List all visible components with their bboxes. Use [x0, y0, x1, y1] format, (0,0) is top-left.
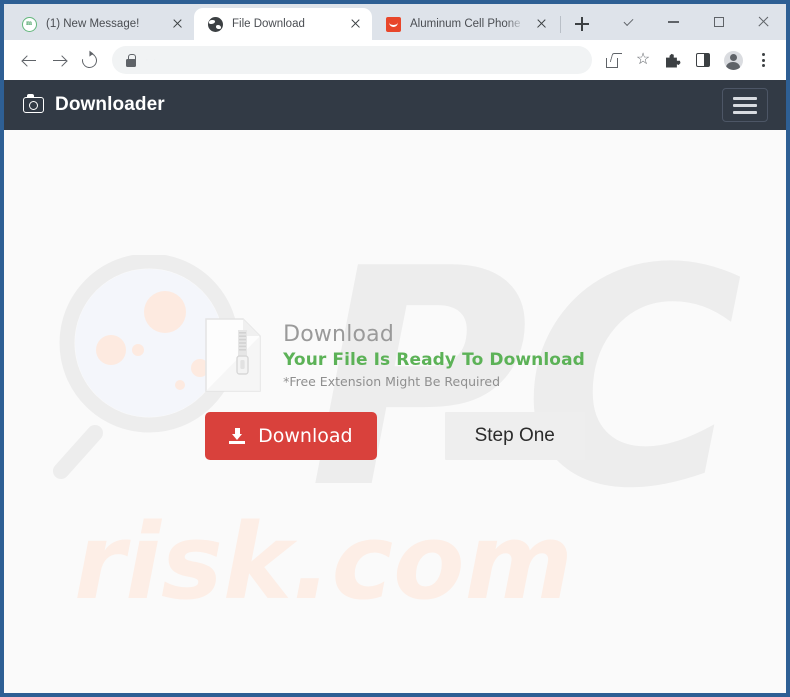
reload-icon	[78, 49, 100, 71]
share-icon	[605, 53, 621, 68]
close-window-button[interactable]	[741, 4, 786, 40]
download-tray-icon	[229, 428, 246, 444]
browser-menu-button[interactable]	[748, 45, 778, 75]
tab-file-download[interactable]: File Download	[194, 8, 372, 40]
download-note: *Free Extension Might Be Required	[283, 374, 501, 389]
forward-arrow-icon	[52, 53, 67, 68]
side-panel-icon	[696, 53, 710, 67]
browser-toolbar: · · ☆	[4, 40, 786, 80]
green-circle-ms-icon: m	[21, 16, 37, 32]
step-one-label: Step One	[474, 425, 555, 446]
side-panel-button[interactable]	[688, 45, 718, 75]
download-heading: Download	[283, 322, 395, 347]
back-button[interactable]	[14, 45, 44, 75]
maximize-icon	[713, 17, 724, 27]
window-controls	[606, 4, 786, 40]
page-viewport: Downloader PC risk.com Download Your Fil…	[4, 80, 786, 693]
puzzle-icon	[665, 53, 681, 68]
tab-separator	[560, 16, 561, 33]
address-bar-url: · ·	[145, 54, 157, 66]
download-button[interactable]: Download	[205, 412, 377, 460]
minimize-icon	[668, 21, 679, 23]
profile-button[interactable]	[718, 45, 748, 75]
share-button[interactable]	[598, 45, 628, 75]
close-icon[interactable]	[347, 16, 363, 32]
tab-new-message[interactable]: m (1) New Message!	[8, 8, 194, 40]
zip-file-icon	[205, 318, 261, 392]
download-texts: Download Your File Is Ready To Download …	[283, 318, 585, 389]
tab-title: Aluminum Cell Phone H	[410, 18, 524, 30]
lock-icon	[126, 53, 136, 67]
minimize-button[interactable]	[651, 4, 696, 40]
bookmark-button[interactable]: ☆	[628, 45, 658, 75]
download-status: Your File Is Ready To Download	[283, 350, 585, 370]
tab-title: (1) New Message!	[46, 18, 140, 30]
site-watermark: risk.com	[74, 501, 573, 623]
tab-search-button[interactable]	[606, 4, 651, 40]
download-actions: Download Step One	[205, 412, 585, 460]
chevron-down-icon	[623, 15, 634, 26]
reload-button[interactable]	[74, 45, 104, 75]
step-one-button[interactable]: Step One	[444, 412, 585, 460]
download-card: Download Your File Is Ready To Download …	[4, 318, 786, 460]
forward-button[interactable]	[44, 45, 74, 75]
red-square-chevron-icon	[385, 16, 401, 32]
download-button-label: Download	[258, 425, 353, 447]
kebab-menu-icon	[761, 53, 765, 67]
star-icon: ☆	[635, 51, 651, 68]
site-header: Downloader	[4, 80, 786, 130]
close-icon[interactable]	[533, 16, 549, 32]
tab-strip: m (1) New Message! File Download Aluminu…	[4, 4, 786, 40]
site-brand[interactable]: Downloader	[23, 94, 165, 116]
extensions-button[interactable]	[658, 45, 688, 75]
new-tab-button[interactable]	[568, 10, 596, 38]
brand-name: Downloader	[55, 94, 165, 115]
close-icon[interactable]	[169, 16, 185, 32]
maximize-button[interactable]	[696, 4, 741, 40]
hamburger-menu-button[interactable]	[722, 88, 768, 122]
download-card-row: Download Your File Is Ready To Download …	[205, 318, 585, 392]
close-icon	[757, 16, 770, 29]
address-bar[interactable]: · ·	[112, 46, 592, 74]
camera-icon	[23, 94, 44, 113]
globe-icon	[207, 16, 223, 32]
browser-window: m (1) New Message! File Download Aluminu…	[0, 0, 790, 697]
avatar-icon	[723, 50, 743, 70]
tab-aluminum-cell-phone[interactable]: Aluminum Cell Phone H	[372, 8, 558, 40]
tab-title: File Download	[232, 18, 305, 30]
back-arrow-icon	[22, 53, 37, 68]
